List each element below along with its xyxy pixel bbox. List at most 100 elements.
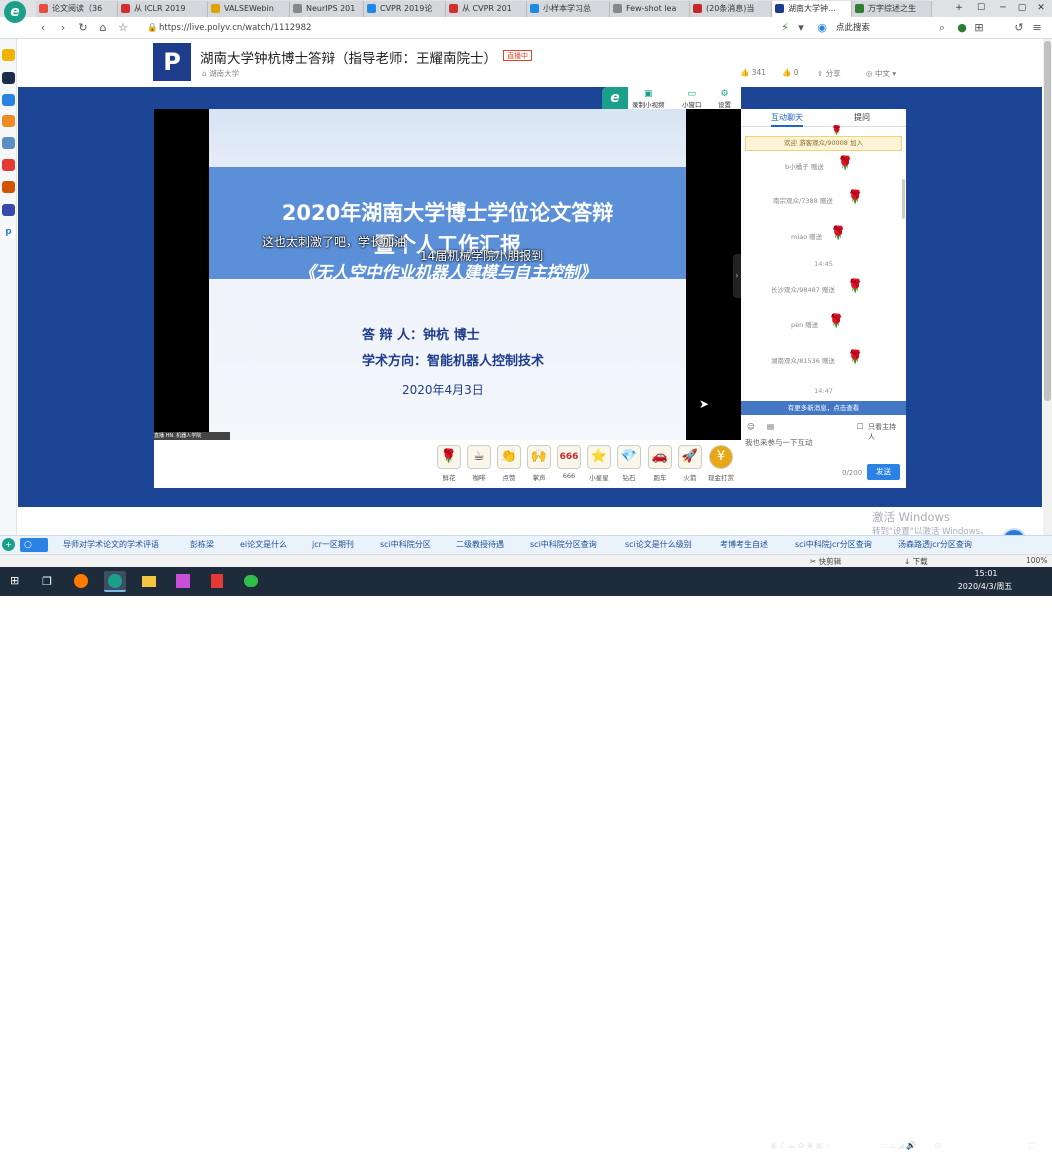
chat-scrollbar[interactable] [902,179,905,219]
undo-icon[interactable]: ↺ [1012,21,1026,35]
chat-input[interactable]: 我也来参与一下互动 [745,437,902,461]
network-icon[interactable]: ▭ ⌂ ◢ 🔊 [880,1141,916,1150]
browser-tab[interactable]: 论文阅读（36 [36,1,118,17]
clock-date[interactable]: 2020/4/3/周五 [952,581,1018,592]
hot-search-link[interactable]: 汤森路透jcr分区查询 [898,539,972,550]
clock-time[interactable]: 15:01 [964,569,1008,578]
hot-search-link[interactable]: ei论文是什么 [240,539,287,550]
gift-label: 跑车 [653,474,667,482]
gift-item[interactable]: 🌹 鲜花 [435,445,463,482]
page-scrollbar-thumb[interactable] [1044,41,1051,401]
gift-item[interactable]: ¥ 现金打赏 [707,445,735,482]
mini-window-button[interactable]: ▭ 小窗口 [682,89,702,109]
panel-collapse-handle[interactable]: › [733,254,741,298]
bookmark-icon[interactable]: ☆ [116,21,130,35]
gift-item[interactable]: 🙌 掌声 [525,445,553,482]
more-icon[interactable]: ≡ [1030,21,1044,35]
fast-edit-button[interactable]: ✂ 快剪辑 [810,556,841,567]
new-messages-banner[interactable]: 有更多新消息，点击查看 [741,401,906,415]
p-icon[interactable]: p [2,226,15,238]
bottom-search-input[interactable]: ○ [20,538,48,552]
gift-item[interactable]: 👏 点赞 [495,445,523,482]
search-input[interactable]: 点此搜索 [830,20,940,36]
new-tab-button[interactable]: + [953,2,965,14]
maximize-icon[interactable]: ▢ [1016,2,1028,14]
notification-icon[interactable]: ▢ [1028,1141,1036,1150]
hero-icon[interactable] [2,181,15,193]
firefox-icon[interactable] [70,571,92,592]
hot-search-link[interactable]: 彭栋梁 [190,539,214,550]
gift-item[interactable]: 666 666 [555,445,583,480]
browser-tab[interactable]: 万字综述之生 [852,1,932,17]
folder-icon[interactable] [138,571,160,592]
tab-question[interactable]: 提问 [854,112,870,123]
forward-icon[interactable]: › [56,21,70,35]
wechat-icon[interactable] [240,571,262,592]
browser-tab[interactable]: VALSEWebin [208,1,290,17]
task-view-icon[interactable]: ❐ [36,571,58,592]
like-button[interactable]: 👍 0 [782,68,799,77]
game2-icon[interactable] [2,204,15,216]
url-input[interactable]: 🔒 https://live.polyv.cn/watch/1112982 [145,20,665,36]
doc-icon[interactable] [2,94,15,106]
game-icon[interactable] [2,137,15,149]
hot-search-link[interactable]: sci中科院分区 [380,539,431,550]
hot-search-link[interactable]: 导师对学术论文的学术评语 [63,539,159,550]
zoom-level[interactable]: 100% [1026,556,1047,565]
search-engine-icon[interactable]: ◉ [815,21,829,35]
send-button[interactable]: 发送 [867,464,900,480]
settings-button[interactable]: ⚙ 设置 [718,89,731,109]
image-icon[interactable]: ▤ [767,422,774,431]
browser-tab[interactable]: Few-shot lea [610,1,690,17]
ime-indicator[interactable]: 中 [934,1141,942,1152]
app-icon[interactable] [2,72,15,84]
restore-tabs-icon[interactable]: ☐ [975,2,987,14]
favorites-icon[interactable] [2,49,15,61]
hot-search-link[interactable]: sci论文是什么级别 [625,539,692,550]
menu-icon[interactable]: ⊞ [972,21,986,35]
browser-tab[interactable]: (20条消息)当 [690,1,772,17]
hot-search-link[interactable]: 二级教授待遇 [456,539,504,550]
tab-chat[interactable]: 互动聊天 [771,112,803,127]
lightning-icon[interactable]: ⚡ [778,21,792,35]
home-icon[interactable]: ⌂ [96,21,110,35]
share-button[interactable]: ⇪ 分享 [817,68,841,79]
gift-item[interactable]: 💎 钻石 [615,445,643,482]
hot-search-link[interactable]: jcr一区期刊 [312,539,354,550]
hot-search-link[interactable]: sci中科院jcr分区查询 [795,539,872,550]
hot-search-link[interactable]: sci中科院分区查询 [530,539,597,550]
shop-icon[interactable] [2,159,15,171]
windows-start-icon[interactable]: ⊞ [10,575,21,586]
browser-tab[interactable]: CVPR 2019论 [364,1,446,17]
gift-item[interactable]: ☕ 咖啡 [465,445,493,482]
browser-tab[interactable]: 从 CVPR 201 [446,1,527,17]
browser-tab[interactable]: 小样本学习总 [527,1,610,17]
record-button[interactable]: ▣ 录制小视频 [632,89,665,109]
photo-app-icon[interactable] [172,571,194,592]
gift-item[interactable]: 🚀 火箭 [676,445,704,482]
browser-tab[interactable]: NeurIPS 201 [290,1,364,17]
gift-item[interactable]: 🚗 跑车 [646,445,674,482]
dropdown-icon[interactable]: ▾ [794,21,808,35]
extension-icon[interactable]: ● [955,21,969,35]
browser-tab[interactable]: 从 ICLR 2019 [118,1,208,17]
search-circle-icon[interactable]: + [2,538,15,551]
close-icon[interactable]: ✕ [1035,2,1047,14]
browser-tab[interactable]: 湖南大学钟… [772,1,852,17]
download-button[interactable]: ↓ 下载 [904,556,928,567]
browser-taskbar-icon[interactable] [104,571,126,592]
weibo-icon[interactable] [2,115,15,127]
page-scrollbar[interactable] [1043,39,1052,535]
pdf-icon[interactable] [206,571,228,592]
browser-logo-icon[interactable]: e [4,1,26,23]
language-select[interactable]: ◎ 中文 ▾ [866,68,896,79]
gift-item[interactable]: ⭐ 小星星 [585,445,613,482]
only-host-checkbox[interactable]: ☐ [857,422,864,431]
tray-icons[interactable]: ◉ ♪ ☁ ✿ ◆ ▣ ⌁ [770,1141,831,1150]
hot-search-link[interactable]: 考博考生自述 [720,539,768,550]
search-icon[interactable]: ⌕ [935,21,949,35]
back-icon[interactable]: ‹ [36,21,50,35]
reload-icon[interactable]: ↻ [76,21,90,35]
minimize-icon[interactable]: ─ [997,2,1009,14]
emoji-icon[interactable]: ☺ [747,422,755,431]
